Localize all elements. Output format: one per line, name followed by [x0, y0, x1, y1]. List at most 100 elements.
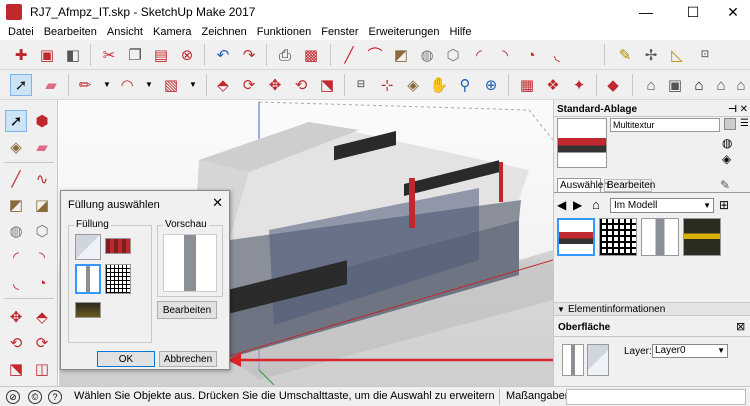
menu-hilfe[interactable]: Hilfe — [444, 26, 476, 38]
pie-icon[interactable]: ◔ — [31, 272, 53, 294]
paint-bucket-icon[interactable]: ◈ — [722, 152, 731, 166]
scale-icon[interactable]: ⬔ — [5, 358, 27, 380]
push-pull-icon[interactable]: ⬘ — [31, 306, 53, 328]
close-icon[interactable]: ✕ — [740, 104, 748, 115]
material-swatch-sign[interactable] — [683, 218, 721, 256]
menu-zeichnen[interactable]: Zeichnen — [197, 26, 252, 38]
scale-icon[interactable]: ⬔ — [316, 74, 338, 96]
maximize-button[interactable]: ☐ — [673, 0, 713, 24]
rotate-icon[interactable]: ⟲ — [5, 332, 27, 354]
eraser-icon[interactable]: ▰ — [31, 136, 53, 158]
rectangle-icon[interactable]: ◩ — [390, 44, 412, 66]
arc-2-icon[interactable]: ◜ — [468, 44, 490, 66]
back-icon[interactable]: ◀ — [557, 198, 566, 212]
iso-view-icon[interactable]: ⌂ — [640, 74, 662, 96]
edit-button[interactable]: Bearbeiten — [157, 301, 217, 319]
chevron-down-icon[interactable]: ▼ — [138, 74, 160, 96]
entity-info-header[interactable]: ▼ Elementinformationen — [554, 302, 750, 316]
arc-tool-icon[interactable]: ◠ — [116, 74, 138, 96]
eraser-icon[interactable]: ▰ — [40, 74, 62, 96]
redo-icon[interactable]: ↷ — [238, 44, 260, 66]
arc-2-icon[interactable]: ◝ — [31, 246, 53, 268]
help-icon[interactable]: ? — [48, 390, 62, 404]
menu-funktionen[interactable]: Funktionen — [252, 26, 316, 38]
eyedropper-icon[interactable]: ✎ — [720, 178, 730, 192]
fill-swatch-train-texture[interactable] — [105, 238, 131, 254]
pan-icon[interactable]: ✋ — [428, 74, 450, 96]
geo-location-icon[interactable]: ⊘ — [6, 390, 20, 404]
move-icon[interactable]: ✥ — [5, 306, 27, 328]
follow-me-icon[interactable]: ⟳ — [31, 332, 53, 354]
measurements-input[interactable] — [566, 389, 746, 405]
line-icon[interactable]: ╱ — [338, 44, 360, 66]
menu-ansicht[interactable]: Ansicht — [102, 26, 148, 38]
front-view-icon[interactable]: ⌂ — [688, 74, 710, 96]
create-material-icon[interactable]: ◍ — [722, 136, 732, 150]
expand-icon[interactable]: ☰ — [740, 118, 749, 129]
freehand-icon[interactable]: ∿ — [31, 168, 53, 190]
arc-icon[interactable]: ⌒ — [364, 44, 386, 66]
shape-icon[interactable]: ▧ — [160, 74, 182, 96]
model-info-icon[interactable]: ▩ — [300, 44, 322, 66]
home-icon[interactable]: ⌂ — [592, 197, 600, 212]
extension-icon[interactable]: ✦ — [568, 74, 590, 96]
details-icon[interactable]: ⊞ — [719, 198, 729, 212]
components-icon[interactable]: ❖ — [542, 74, 564, 96]
right-view-icon[interactable]: ⌂ — [710, 74, 732, 96]
select-icon[interactable]: ➚ — [10, 74, 32, 96]
dimension-icon[interactable]: ◺ — [666, 44, 688, 66]
zoom-extents-icon[interactable]: ⊕ — [480, 74, 502, 96]
arc-4-icon[interactable]: ◟ — [546, 44, 568, 66]
warehouse-icon[interactable]: ▦ — [516, 74, 538, 96]
fill-swatch-selected[interactable] — [75, 264, 101, 294]
rectangle-icon[interactable]: ◩ — [5, 194, 27, 216]
undo-icon[interactable]: ↶ — [212, 44, 234, 66]
paint-bucket-icon[interactable]: ◈ — [5, 136, 27, 158]
fill-swatch-gradient[interactable] — [75, 234, 101, 260]
expand-icon[interactable]: ⊠ — [736, 320, 745, 333]
paste-icon[interactable]: ▤ — [150, 44, 172, 66]
ok-button[interactable]: OK — [97, 351, 155, 367]
material-swatch-train[interactable] — [557, 218, 595, 256]
follow-me-icon[interactable]: ⟳ — [238, 74, 260, 96]
make-component-icon[interactable]: ⬢ — [31, 110, 53, 132]
zoom-icon[interactable]: ⚲ — [454, 74, 476, 96]
menu-kamera[interactable]: Kamera — [148, 26, 197, 38]
chevron-down-icon[interactable]: ▼ — [182, 74, 204, 96]
open-icon[interactable]: ▣ — [36, 44, 58, 66]
print-icon[interactable]: ⎙ — [274, 44, 296, 66]
rotate-icon[interactable]: ⟲ — [290, 74, 312, 96]
polygon-icon[interactable]: ⬡ — [442, 44, 464, 66]
cut-icon[interactable]: ✂ — [98, 44, 120, 66]
credits-icon[interactable]: © — [28, 390, 42, 404]
arc-3-icon[interactable]: ◟ — [5, 272, 27, 294]
color-swatch-icon[interactable] — [724, 118, 736, 130]
fill-swatch-sign[interactable] — [75, 302, 101, 318]
erase-icon[interactable]: ⊗ — [176, 44, 198, 66]
text-icon[interactable]: ⊡ — [694, 44, 716, 66]
menu-bearbeiten[interactable]: Bearbeiten — [39, 26, 102, 38]
chevron-down-icon[interactable]: ▼ — [96, 74, 118, 96]
close-icon[interactable]: ✕ — [212, 195, 223, 211]
menu-fenster[interactable]: Fenster — [316, 26, 363, 38]
material-name-field[interactable]: Multitextur — [610, 118, 720, 132]
close-button[interactable]: ✕ — [713, 0, 750, 24]
protractor-icon[interactable]: ✢ — [640, 44, 662, 66]
layer-select[interactable]: Layer0 ▼ — [652, 344, 728, 358]
menu-datei[interactable]: Datei — [3, 26, 39, 38]
material-swatch-gray[interactable] — [641, 218, 679, 256]
minimize-button[interactable]: — — [626, 0, 666, 24]
pin-icon[interactable]: ⊣ — [728, 104, 737, 115]
back-view-icon[interactable]: ⌂ — [730, 74, 750, 96]
pie-icon[interactable]: ◔ — [520, 44, 542, 66]
polygon-icon[interactable]: ⬡ — [31, 220, 53, 242]
fill-swatch-grid[interactable] — [105, 264, 131, 294]
material-swatch-grid[interactable] — [599, 218, 637, 256]
move-icon[interactable]: ✥ — [264, 74, 286, 96]
push-pull-icon[interactable]: ⬘ — [212, 74, 234, 96]
front-material-swatch[interactable] — [562, 344, 584, 376]
cancel-button[interactable]: Abbrechen — [159, 351, 217, 367]
forward-icon[interactable]: ▶ — [573, 198, 582, 212]
back-material-swatch[interactable] — [587, 344, 609, 376]
circle-icon[interactable]: ◍ — [416, 44, 438, 66]
